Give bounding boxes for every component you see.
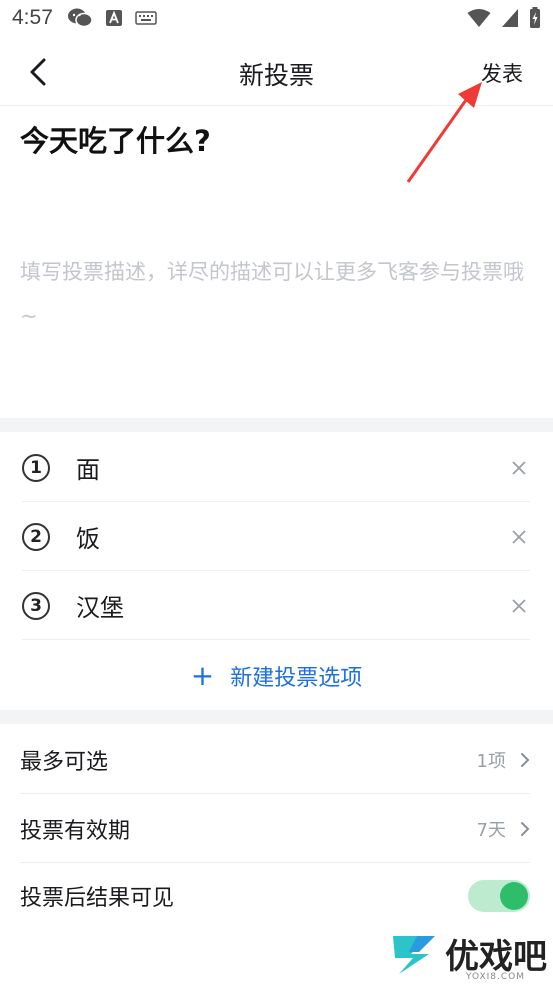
option-number-badge: 3 (22, 591, 50, 620)
toggle-knob (500, 882, 528, 910)
setting-max-choices[interactable]: 最多可选 1项 (20, 726, 530, 794)
chevron-right-icon (521, 821, 530, 836)
section-divider (0, 418, 553, 432)
status-icons-left (67, 7, 157, 29)
setting-visibility: 投票后结果可见 (20, 864, 530, 924)
visibility-toggle[interactable] (468, 880, 530, 912)
battery-charging-icon (530, 7, 540, 28)
add-option-button[interactable]: + 新建投票选项 (0, 654, 553, 698)
chevron-right-icon (521, 752, 530, 767)
setting-label: 最多可选 (20, 749, 109, 775)
poll-description-input[interactable]: 填写投票描述，详尽的描述可以让更多飞客参与投票哦~ (20, 250, 535, 338)
option-number-badge: 2 (22, 522, 50, 551)
option-label[interactable]: 饭 (76, 519, 508, 554)
section-divider (0, 710, 553, 724)
option-label[interactable]: 面 (76, 450, 508, 485)
poll-option-3[interactable]: 3 汉堡 (22, 572, 530, 640)
option-number-badge: 1 (22, 453, 50, 482)
watermark-logo: 优戏吧 (389, 929, 547, 978)
option-label[interactable]: 汉堡 (76, 588, 508, 623)
setting-validity[interactable]: 投票有效期 7天 (20, 795, 530, 863)
setting-value: 7天 (476, 819, 506, 841)
poll-title-input[interactable]: 今天吃了什么? (20, 118, 211, 160)
close-icon[interactable] (508, 595, 530, 617)
cell-signal-icon (502, 9, 518, 27)
wechat-icon (67, 8, 93, 28)
status-bar: 4:57 (0, 0, 553, 36)
close-icon[interactable] (508, 457, 530, 479)
add-option-label: 新建投票选项 (230, 666, 363, 691)
setting-label: 投票后结果可见 (20, 886, 175, 911)
watermark-text: 优戏吧 (445, 937, 547, 977)
annotation-arrow (406, 82, 482, 183)
status-icons-right (467, 7, 541, 29)
close-icon[interactable] (508, 526, 530, 548)
plus-icon: + (190, 659, 215, 692)
keyboard-icon (135, 11, 157, 25)
setting-value: 1项 (476, 750, 506, 772)
watermark-subtext: YOXI8.COM (465, 972, 525, 982)
setting-label: 投票有效期 (20, 818, 131, 844)
watermark-logo-icon (393, 935, 435, 974)
poll-option-2[interactable]: 2 饭 (22, 503, 530, 571)
font-a-icon (105, 10, 122, 26)
status-time: 4:57 (12, 6, 53, 29)
wifi-icon (467, 9, 491, 27)
poll-option-1[interactable]: 1 面 (22, 434, 530, 502)
